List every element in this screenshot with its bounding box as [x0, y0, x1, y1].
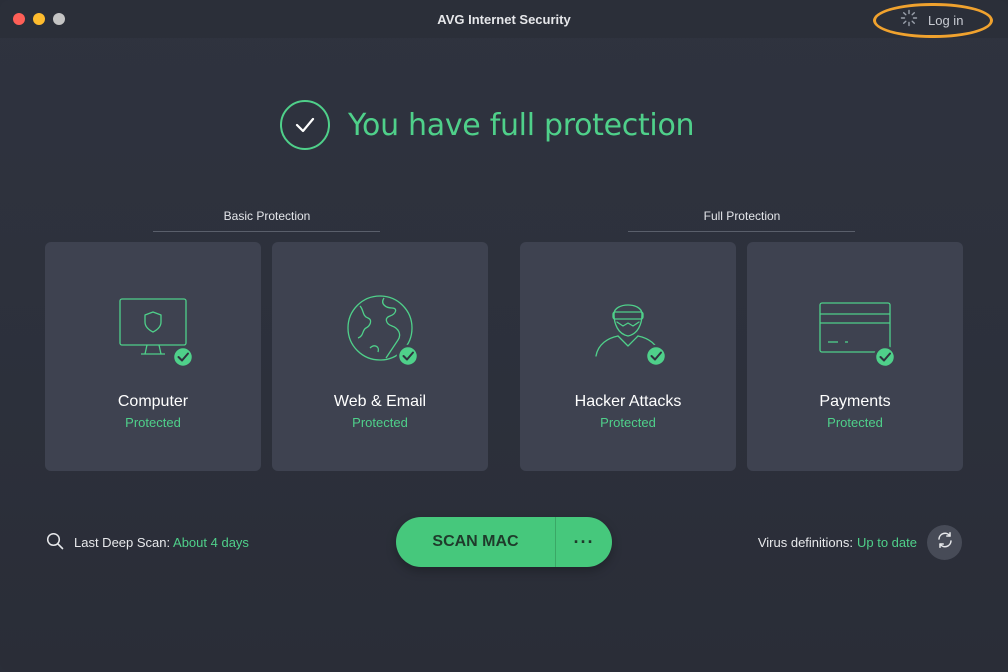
card-title: Web & Email [333, 393, 427, 410]
section-divider-full [628, 231, 855, 232]
login-button[interactable]: Log in [900, 9, 964, 32]
card-status: Protected [125, 415, 181, 430]
protection-status-text: You have full protection [348, 107, 695, 143]
title-bar: AVG Internet Security Log in [0, 0, 1008, 38]
card-payments[interactable]: Payments Protected [747, 242, 963, 471]
card-title: Hacker Attacks [574, 393, 682, 410]
last-scan-info: Last Deep Scan: About 4 days [46, 532, 249, 553]
globe-icon [340, 290, 422, 370]
search-icon[interactable] [46, 532, 64, 553]
card-status: Protected [352, 415, 408, 430]
last-scan-label: Last Deep Scan: [74, 534, 171, 550]
last-scan-value[interactable]: About 4 days [173, 535, 249, 550]
update-definitions-button[interactable] [927, 525, 962, 560]
scan-mac-button[interactable]: SCAN MAC [396, 517, 556, 567]
login-label: Log in [928, 12, 964, 28]
card-computer[interactable]: Computer Protected [45, 242, 261, 471]
card-hacker-attacks[interactable]: Hacker Attacks Protected [520, 242, 736, 471]
scan-button-group: SCAN MAC ··· [396, 517, 612, 567]
card-title: Computer [117, 393, 189, 410]
section-label-full: Full Protection [703, 209, 781, 223]
section-label-basic: Basic Protection [223, 209, 311, 223]
scan-options-button[interactable]: ··· [556, 517, 612, 567]
hacker-icon [588, 290, 670, 370]
card-status: Protected [827, 415, 883, 430]
app-title: AVG Internet Security [437, 12, 571, 27]
monitor-shield-icon [113, 290, 195, 370]
refresh-icon [936, 531, 954, 554]
virus-definitions-info: Virus definitions: Up to date [758, 533, 917, 551]
card-title: Payments [819, 393, 891, 410]
virus-definitions-value: Up to date [857, 534, 917, 550]
card-status: Protected [600, 415, 656, 430]
card-web-email[interactable]: Web & Email Protected [272, 242, 488, 471]
app-window: AVG Internet Security Log in You have fu… [0, 0, 1008, 672]
credit-card-icon [815, 290, 897, 370]
user-loading-icon [900, 9, 918, 32]
checkmark-circle-icon [280, 100, 330, 150]
protection-status: You have full protection [280, 100, 695, 150]
virus-definitions-label: Virus definitions: [757, 534, 853, 550]
section-divider-basic [153, 231, 380, 232]
